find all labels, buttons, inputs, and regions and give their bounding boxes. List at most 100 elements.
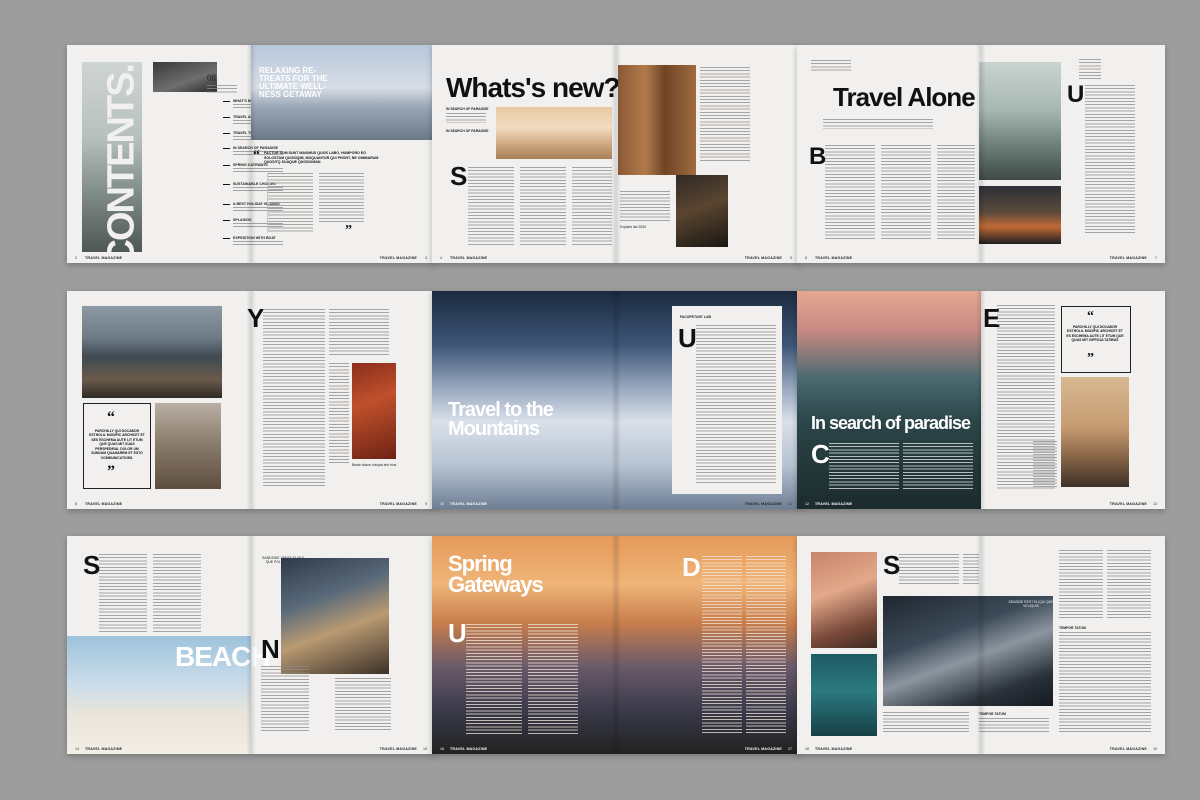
drop-cap: S	[83, 550, 101, 580]
page-number: 3	[425, 256, 427, 260]
footer-magazine-left: TRAVEL MAGAZINE	[815, 747, 853, 751]
body-column-overlay	[829, 443, 899, 489]
body-column	[883, 712, 969, 734]
footer-magazine-right: TRAVEL MAGAZINE	[1109, 747, 1147, 751]
quote-close-icon: ”	[1087, 351, 1094, 366]
kicker: FACOPETUNT LAB	[680, 315, 711, 319]
quote-open-icon: “	[1087, 309, 1094, 324]
drop-cap: N	[261, 634, 280, 664]
body-column	[963, 554, 979, 584]
spread-lake: “ PARCHILLY QUI DOCABOR ESTHOLIL MODIPIC…	[67, 291, 435, 509]
spread-spring: Spring Gateways U D TRAVEL MAGAZINE 16 T…	[432, 536, 800, 754]
body-column-overlay	[466, 624, 522, 734]
footer-magazine-right: TRAVEL MAGAZINE	[379, 502, 417, 506]
quote-open-icon: “	[107, 409, 115, 426]
kicker: IN SEARCH OF PARADISE	[446, 129, 489, 133]
kicker: IN SEARCH OF PARADISE	[446, 107, 489, 111]
body-column	[153, 554, 201, 632]
quote-text: PARCHILLY QUI DOCABOR ESTHOLIL MODIPIC A…	[1066, 325, 1124, 343]
footer-magazine-left: TRAVEL MAGAZINE	[85, 256, 123, 260]
body-column	[620, 191, 670, 221]
footer-magazine-right: TRAVEL MAGAZINE	[1109, 502, 1147, 506]
page-number: 15	[423, 747, 427, 751]
body-column	[267, 173, 313, 233]
footer-magazine-right: TRAVEL MAGAZINE	[744, 256, 782, 260]
footer-magazine-left: TRAVEL MAGAZINE	[85, 747, 123, 751]
subheading: TEMPOR TATUM	[979, 712, 1006, 716]
wellness-pull-text: FACTUR SUM SUNT MAXIMUS QUOS LABO, HUMPO…	[264, 151, 379, 165]
body-column-overlay	[702, 556, 742, 734]
body-column	[937, 145, 975, 240]
footer-magazine-left: TRAVEL MAGAZINE	[450, 747, 488, 751]
sub-text	[823, 119, 933, 129]
footer-magazine-left: TRAVEL MAGAZINE	[85, 502, 123, 506]
body-column	[881, 145, 931, 240]
body-column	[99, 554, 147, 632]
body-column	[696, 325, 776, 485]
drop-cap: Y	[247, 303, 265, 333]
page-number: 6	[805, 256, 807, 260]
body-column-overlay	[903, 443, 973, 489]
body-column-overlay	[528, 624, 578, 734]
page-number: 11	[788, 502, 792, 506]
body-column	[1059, 550, 1103, 620]
drop-cap: U	[1067, 81, 1085, 108]
spread-contents: CONTENTS. 08 WHAT'S NEW? TRAVEL ALONE TR…	[67, 45, 435, 263]
page-number: 8	[75, 502, 77, 506]
body-column	[319, 173, 364, 223]
infinity-pool-photo	[1061, 377, 1129, 487]
toc-label: EXPEDITION WITH BOAT	[233, 236, 276, 240]
body-column	[1059, 632, 1151, 732]
beach-headline: BEACH	[175, 641, 271, 672]
page-number: 14	[75, 747, 79, 751]
drop-cap: D	[682, 552, 701, 582]
body-column	[572, 167, 612, 247]
footer-magazine-right: TRAVEL MAGAZINE	[744, 502, 782, 506]
body-column	[335, 678, 391, 732]
body-column	[329, 309, 389, 357]
toc-label: SPLAGIOS	[233, 218, 252, 222]
subheading: TEMPOR TATUM	[1059, 626, 1086, 630]
sunset-peak-photo	[979, 186, 1061, 244]
quote-open-icon: “	[253, 148, 260, 163]
paradise-headline: In search of paradise	[811, 413, 971, 433]
page-number: 12	[805, 502, 809, 506]
footer-magazine-left: TRAVEL MAGAZINE	[450, 502, 488, 506]
page-number: 10	[440, 502, 444, 506]
drop-cap: U	[448, 618, 467, 648]
mountains-headline: Travel to the Mountains	[448, 399, 554, 440]
lake-boat-photo	[82, 306, 222, 398]
wellness-headline: RELAXING RE-TREATS FOR THE ULTIMATE WELL…	[259, 66, 328, 99]
caption: Expiaris lab 2030	[620, 225, 647, 229]
body-column	[263, 309, 325, 487]
drop-cap: U	[678, 323, 697, 353]
salmon-photo	[811, 552, 877, 648]
kicker: SEASIDE REST ELIQUI QUE VELIQUIS	[1008, 600, 1054, 609]
issue-text	[207, 85, 237, 93]
spread-paradise: In search of paradise C E “ PARCHILLY QU…	[797, 291, 1165, 509]
footer-magazine-right: TRAVEL MAGAZINE	[379, 747, 417, 751]
page-number: 19	[1153, 747, 1157, 751]
body-column	[979, 718, 1049, 734]
body-column	[1079, 59, 1101, 79]
contents-title: CONTENTS.	[100, 64, 143, 263]
spread-whats-new: Whats's new? IN SEARCH OF PARADISE IN SE…	[432, 45, 800, 263]
spread-beach: S BEACH SANDSIDE VENTS ELIQUI QUE POLIT …	[67, 536, 435, 754]
page-number: 13	[1153, 502, 1157, 506]
issue-number: 08	[207, 73, 216, 83]
page-number: 9	[425, 502, 427, 506]
drop-cap: B	[809, 143, 827, 170]
quote-close-icon: ”	[107, 463, 115, 480]
drop-cap: S	[883, 550, 901, 580]
page-number: 17	[788, 747, 792, 751]
footer-magazine-left: TRAVEL MAGAZINE	[815, 502, 853, 506]
intro-text	[811, 60, 851, 72]
footer-magazine-left: TRAVEL MAGAZINE	[815, 256, 853, 260]
wooden-door-photo	[618, 65, 696, 175]
page-number: 7	[1155, 256, 1157, 260]
body-column	[825, 145, 875, 240]
drop-cap: C	[811, 439, 830, 469]
body-column	[1085, 85, 1135, 235]
footer-magazine-right: TRAVEL MAGAZINE	[744, 747, 782, 751]
drop-cap: S	[450, 161, 468, 191]
